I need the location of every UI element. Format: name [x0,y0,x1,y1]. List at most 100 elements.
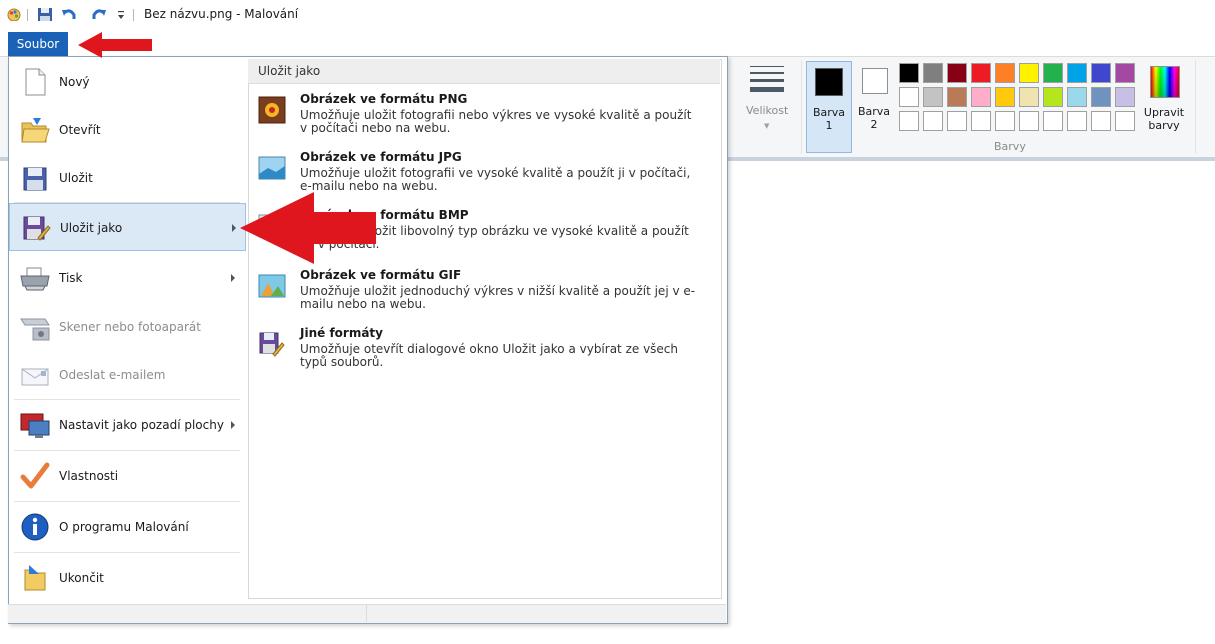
save-icon[interactable] [37,7,53,21]
undo-icon[interactable] [61,7,77,21]
submenu-item-description: Umožňuje uložit jednoduchý výkres v nižš… [300,284,696,311]
edit-colors-label-1: Upravit [1143,106,1185,119]
menu-item-label: Ukončit [59,571,104,585]
size-button[interactable]: Velikost ▼ [740,60,798,150]
menu-item-new[interactable]: Nový [9,58,246,106]
menu-item-label: Otevřít [59,123,101,137]
menu-item-save[interactable]: Uložit [9,154,246,202]
menu-separator [14,450,240,451]
menu-item-label: O programu Malování [59,520,189,534]
palette-color-swatch[interactable] [1067,87,1087,107]
menu-separator [14,399,240,400]
palette-color-swatch[interactable] [1019,87,1039,107]
ribbon-group-separator [1195,60,1196,154]
color1-number: 1 [825,119,833,132]
palette-color-swatch[interactable] [995,111,1015,131]
menu-item-save-as[interactable]: Uložit jako [9,203,246,251]
desktop-background-icon [20,413,50,438]
menu-item-print[interactable]: Tisk [9,254,246,302]
palette-color-swatch[interactable] [1115,87,1135,107]
submenu-item-title: Jiné formáty [300,326,383,340]
new-document-icon [25,68,46,96]
palette-color-swatch[interactable] [947,87,967,107]
palette-color-swatch[interactable] [971,63,991,83]
palette-color-swatch[interactable] [971,111,991,131]
color1-button[interactable]: Barva 1 [806,61,852,153]
color1-label: Barva [812,106,846,119]
palette-color-swatch[interactable] [899,63,919,83]
submenu-item-other-formats[interactable]: Jiné formáty Umožňuje otevřít dialogové … [256,326,716,384]
customize-dropdown-icon[interactable] [116,9,126,23]
menu-item-properties[interactable]: Vlastnosti [9,452,246,500]
menu-item-label: Nový [59,75,90,89]
menu-separator [14,552,240,553]
palette-color-swatch[interactable] [1019,63,1039,83]
title-bar: Bez názvu.png - Malování [0,0,1215,30]
submenu-header: Uložit jako [248,59,720,84]
window-title: Bez názvu.png - Malování [144,7,299,21]
palette-color-swatch[interactable] [923,111,943,131]
submenu-item-description: Umožňuje uložit fotografii nebo výkres v… [300,108,692,135]
menu-item-label: Vlastnosti [59,469,119,483]
gif-image-icon [258,274,286,298]
file-tab[interactable]: Soubor [8,32,68,56]
submenu-item-gif[interactable]: Obrázek ve formátu GIF Umožňuje uložit j… [256,268,716,326]
checkmark-icon [20,462,50,489]
menu-item-about[interactable]: O programu Malování [9,503,246,551]
palette-color-swatch[interactable] [947,111,967,131]
printer-icon [20,267,50,291]
palette-color-swatch[interactable] [1115,111,1135,131]
colors-group-label: Barvy [994,140,1026,153]
palette-color-swatch[interactable] [947,63,967,83]
palette-color-swatch[interactable] [1091,87,1111,107]
palette-color-swatch[interactable] [1043,63,1063,83]
menu-item-exit[interactable]: Ukončit [9,554,246,602]
save-icon [23,167,47,191]
annotation-arrow-icon [78,32,152,58]
paint-app-icon[interactable] [6,7,22,21]
color2-label: Barva [857,105,891,118]
email-icon [21,368,49,386]
info-icon [21,513,49,541]
palette-color-swatch[interactable] [1043,87,1063,107]
submenu-arrow-icon [231,274,235,282]
ribbon-tab-strip [0,30,1215,57]
palette-color-swatch[interactable] [923,87,943,107]
annotation-arrow-icon [240,192,376,264]
save-as-icon [23,216,51,241]
quick-access-separator [27,9,28,21]
palette-color-swatch[interactable] [899,111,919,131]
png-image-icon [258,96,286,124]
exit-icon [24,565,46,591]
chevron-down-icon: ▼ [764,122,770,130]
palette-color-swatch[interactable] [1091,63,1111,83]
menu-separator [14,501,240,502]
palette-color-swatch[interactable] [923,63,943,83]
palette-color-swatch[interactable] [995,63,1015,83]
menu-item-label: Skener nebo fotoaparát [59,320,201,334]
edit-colors-button[interactable]: Upravit barvy [1144,64,1184,144]
palette-color-swatch[interactable] [1091,111,1111,131]
palette-color-swatch[interactable] [995,87,1015,107]
palette-color-swatch[interactable] [1019,111,1039,131]
palette-color-swatch[interactable] [1115,63,1135,83]
palette-color-swatch[interactable] [971,87,991,107]
save-as-icon [259,332,285,357]
submenu-item-title: Obrázek ve formátu JPG [300,150,462,164]
palette-color-swatch[interactable] [1043,111,1063,131]
menu-item-label: Odeslat e-mailem [59,368,166,382]
menu-item-label: Nastavit jako pozadí plochy [59,418,224,432]
menu-item-open[interactable]: Otevřít [9,106,246,154]
scanner-camera-icon [20,318,50,341]
menu-item-set-desktop-background[interactable]: Nastavit jako pozadí plochy [9,401,246,449]
jpg-image-icon [258,156,286,180]
menu-item-label: Tisk [59,271,83,285]
palette-color-swatch[interactable] [1067,111,1087,131]
redo-icon[interactable] [91,7,107,21]
palette-color-swatch[interactable] [1067,63,1087,83]
submenu-item-png[interactable]: Obrázek ve formátu PNG Umožňuje uložit f… [256,92,716,150]
menu-item-send-email[interactable]: Odeslat e-mailem [9,351,246,399]
ribbon-group-separator [801,60,802,154]
palette-color-swatch[interactable] [899,87,919,107]
menu-item-scanner[interactable]: Skener nebo fotoaparát [9,303,246,351]
